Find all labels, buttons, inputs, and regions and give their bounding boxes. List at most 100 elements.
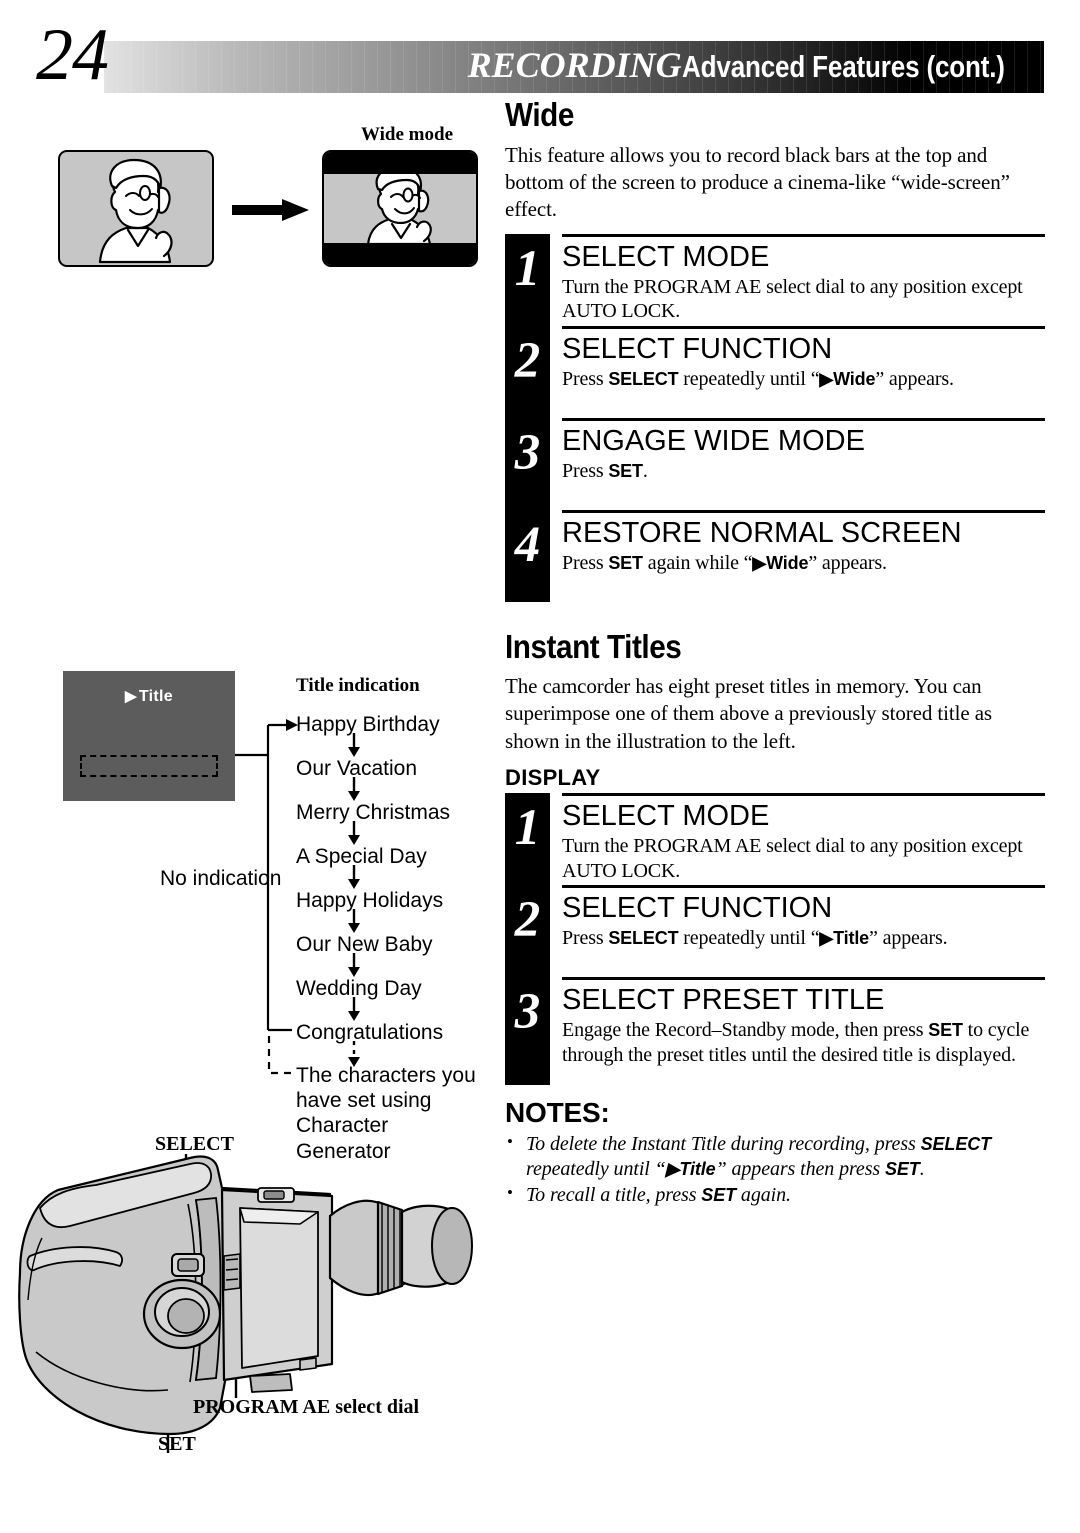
set-button-ref: SET <box>928 1020 963 1041</box>
title-osd-ref: ▶Title <box>665 1159 716 1180</box>
wide-mode-label: Wide mode <box>360 124 453 145</box>
flow-item: Happy Birthday <box>296 713 440 736</box>
set-button-ref: SET <box>884 1159 920 1180</box>
note-text: ” appears then press <box>715 1158 885 1181</box>
set-button-ref: SET <box>701 1185 737 1206</box>
step-title: SELECT MODE <box>562 800 770 833</box>
page-number: 24 <box>36 14 109 96</box>
step-title: SELECT MODE <box>562 240 770 273</box>
wide-step-4: 4 RESTORE NORMAL SCREEN Press SET again … <box>505 509 1045 602</box>
wide-step-2: 2 SELECT FUNCTION Press SELECT repeatedl… <box>505 325 1045 418</box>
wide-step-3: 3 ENGAGE WIDE MODE Press SET. <box>505 417 1045 510</box>
step-body: Engage the Record–Standby mode, then pre… <box>562 1018 1045 1067</box>
title-indication-flow-diagram: ▶ Title Title indication No indication Ha… <box>0 655 500 1163</box>
wide-letterbox-bar-top <box>324 152 476 174</box>
step-body: Turn the PROGRAM AE select dial to any p… <box>562 834 1045 883</box>
title-step-2: 2 SELECT FUNCTION Press SELECT repeatedl… <box>505 885 1045 977</box>
step-title: SELECT FUNCTION <box>562 332 833 365</box>
page-title: RECORDINGAdvanced Features (cont.) <box>468 47 1066 83</box>
select-button-ref: SELECT <box>920 1134 992 1155</box>
notes-block: NOTES: To delete the Instant Title durin… <box>505 1097 1045 1209</box>
flow-item: Merry Christmas <box>296 801 451 824</box>
note-text: To recall a title, press <box>526 1184 702 1207</box>
step-number: 1 <box>514 800 541 857</box>
step-body-text: Press <box>562 367 609 390</box>
set-button-ref: SET <box>608 460 643 481</box>
wide-osd-ref: ▶Wide <box>752 552 809 573</box>
step-title: ENGAGE WIDE MODE <box>562 424 865 457</box>
step-divider <box>562 977 1045 981</box>
step-number: 3 <box>514 984 541 1041</box>
page-header: 24 RECORDINGAdvanced Features (cont.) <box>0 0 1080 110</box>
program-ae-dial-label: PROGRAM AE select dial <box>193 1396 420 1418</box>
select-button-ref: SELECT <box>608 928 679 949</box>
set-button-label: SET <box>158 1433 196 1455</box>
step-body: Turn the PROGRAM AE select dial to any p… <box>562 275 1045 324</box>
step-divider <box>562 325 1045 329</box>
wide-section-heading: Wide <box>505 96 574 133</box>
title-step-1: 1 SELECT MODE Turn the PROGRAM AE select… <box>505 793 1045 885</box>
step-body-text: ” appears. <box>869 927 948 950</box>
step-body-text: . <box>642 459 648 482</box>
wide-screen-preview <box>322 150 478 267</box>
instant-titles-steps-list: 1 SELECT MODE Turn the PROGRAM AE select… <box>505 793 1045 1086</box>
step-body-text: ” appears. <box>808 551 887 574</box>
title-osd-label: Title <box>138 688 173 705</box>
step-body-text: again while “ <box>642 551 753 574</box>
step-body-text: Press <box>562 927 609 950</box>
step-number: 2 <box>514 332 541 389</box>
wide-step-1: 1 SELECT MODE Turn the PROGRAM AE select… <box>505 233 1045 326</box>
page-title-subsection: Advanced Features (cont.) <box>681 49 1005 84</box>
flow-item: Congratulations <box>296 1021 444 1044</box>
right-content-column: Wide This feature allows you to record b… <box>505 96 1045 1210</box>
flow-item: Happy Holidays <box>296 889 444 912</box>
notes-list: To delete the Instant Title during recor… <box>505 1131 1045 1209</box>
step-divider <box>562 417 1045 421</box>
title-osd-ref: ▶Title <box>819 928 870 949</box>
flow-item: A Special Day <box>296 845 427 868</box>
flow-heading: Title indication <box>296 675 420 696</box>
note-text: . <box>919 1158 925 1181</box>
page-title-section: RECORDING <box>467 45 682 85</box>
superimpose-area-outline <box>80 755 218 777</box>
step-divider <box>562 233 1045 237</box>
select-button-ref: SELECT <box>608 368 679 389</box>
step-number: 1 <box>514 240 541 297</box>
step-body: Press SET. <box>562 459 1045 484</box>
flow-item: Our New Baby <box>296 933 433 956</box>
right-arrow-icon <box>232 199 309 221</box>
normal-screen-preview <box>58 150 214 267</box>
flow-item: Our Vacation <box>296 757 418 780</box>
step-number: 4 <box>514 516 541 573</box>
step-body-text: Turn the PROGRAM AE select dial to any p… <box>562 835 1023 882</box>
step-body: Press SELECT repeatedly until “▶Wide” ap… <box>562 367 1045 392</box>
step-divider <box>562 509 1045 513</box>
note-text: repeatedly until “ <box>526 1158 666 1181</box>
note-text: again. <box>736 1184 791 1207</box>
note-text: To delete the Instant Title during recor… <box>526 1133 921 1156</box>
step-body-text: repeatedly until “ <box>678 367 820 390</box>
instant-titles-intro: The camcorder has eight preset titles in… <box>505 674 992 753</box>
step-body-text: Engage the Record–Standby mode, then pre… <box>562 1019 929 1042</box>
title-osd-preview: ▶ Title <box>63 671 235 801</box>
no-indication-label: No indication <box>160 867 282 890</box>
step-title: RESTORE NORMAL SCREEN <box>562 516 962 549</box>
play-triangle-icon: ▶ <box>125 688 137 705</box>
step-divider <box>562 793 1045 797</box>
person-illustration-normal <box>98 158 173 264</box>
select-button-label: SELECT <box>155 1133 234 1155</box>
step-title: SELECT FUNCTION <box>562 892 833 925</box>
instant-titles-heading: Instant Titles <box>505 627 682 665</box>
title-step-3: 3 SELECT PRESET TITLE Engage the Record–… <box>505 977 1045 1085</box>
step-body-text: repeatedly until “ <box>678 927 820 950</box>
camcorder-drawing <box>18 1154 473 1453</box>
flow-item: Wedding Day <box>296 977 422 1000</box>
notes-heading: NOTES: <box>505 1097 610 1129</box>
step-number: 2 <box>514 892 541 949</box>
wide-steps-list: 1 SELECT MODE Turn the PROGRAM AE select… <box>505 233 1045 602</box>
step-body: Press SELECT repeatedly until “▶Title” a… <box>562 926 1045 951</box>
step-title: SELECT PRESET TITLE <box>562 984 885 1017</box>
step-divider <box>562 885 1045 889</box>
note-item: To recall a title, press SET again. <box>505 1182 1045 1208</box>
wide-section-intro: This feature allows you to record black … <box>505 142 1010 222</box>
